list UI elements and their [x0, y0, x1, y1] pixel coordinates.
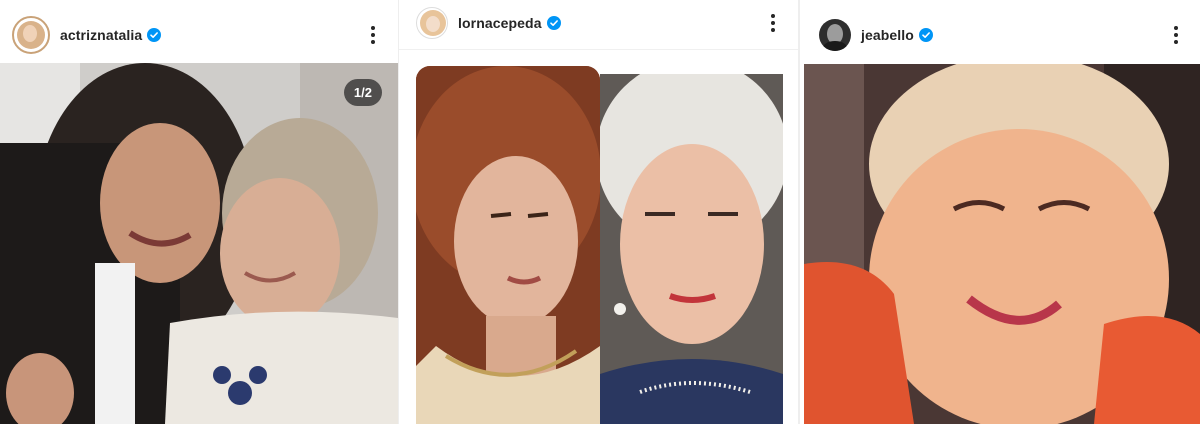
post-card-jeabello: jeabello	[800, 0, 1200, 424]
avatar[interactable]	[819, 19, 851, 51]
post-header: actriznatalia	[0, 14, 398, 56]
username[interactable]: lornacepeda	[458, 15, 542, 31]
verified-badge-icon	[918, 28, 933, 42]
more-options-icon[interactable]	[361, 23, 385, 47]
post-image-left[interactable]	[416, 66, 600, 424]
post-header: jeabello	[800, 15, 1200, 55]
avatar[interactable]	[416, 7, 448, 39]
photo-two-women	[0, 63, 398, 424]
more-options-icon[interactable]	[761, 11, 785, 35]
photo-older-woman	[600, 74, 783, 424]
post-image[interactable]: 1/2	[0, 63, 398, 424]
username[interactable]: actriznatalia	[60, 27, 142, 43]
more-options-icon[interactable]	[1164, 23, 1188, 47]
post-card-lornacepeda: lornacepeda	[399, 0, 799, 424]
post-header: lornacepeda	[399, 4, 799, 42]
post-image[interactable]	[804, 64, 1200, 424]
photo-young-woman	[416, 66, 600, 424]
image-counter: 1/2	[343, 79, 382, 106]
post-card-actriznatalia: actriznatalia 1/2	[0, 0, 398, 424]
photo-smiling-woman	[804, 64, 1200, 424]
verified-badge-icon	[546, 16, 561, 30]
avatar[interactable]	[12, 16, 50, 54]
verified-badge-icon	[147, 28, 162, 42]
header-divider	[399, 49, 799, 50]
post-image-right[interactable]	[600, 74, 783, 424]
username[interactable]: jeabello	[861, 27, 914, 43]
